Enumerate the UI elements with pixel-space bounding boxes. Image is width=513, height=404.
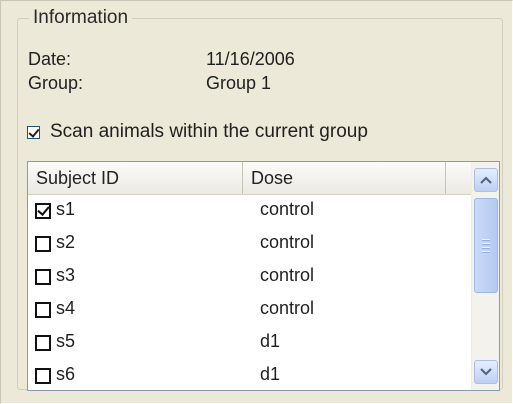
dose-cell: d1 [260, 331, 281, 351]
row-checkbox[interactable] [35, 368, 51, 384]
date-label: Date: [28, 49, 72, 69]
dose-cell: control [260, 265, 315, 285]
table-row[interactable]: s2 control [28, 228, 471, 261]
column-header-subject-id[interactable]: Subject ID [28, 162, 243, 194]
listview-scrollbar[interactable] [471, 162, 499, 390]
subject-id-cell: s3 [56, 265, 76, 285]
scroll-down-button[interactable] [474, 360, 498, 384]
subject-id-cell: s6 [56, 364, 76, 384]
row-checkbox[interactable] [35, 236, 51, 252]
group-label: Group: [28, 73, 84, 93]
row-checkbox[interactable] [35, 335, 51, 351]
scrollbar-thumb[interactable] [474, 198, 498, 293]
subject-id-cell: s4 [56, 298, 76, 318]
subjects-listview[interactable]: Subject ID Dose s1 control s2 control s3… [27, 161, 500, 391]
row-checkbox[interactable] [35, 203, 51, 219]
chevron-down-icon [480, 368, 492, 376]
subject-id-cell: s5 [56, 331, 76, 351]
information-legend: Information [29, 6, 133, 30]
table-row[interactable]: s1 control [28, 195, 471, 228]
table-row[interactable]: s6 d1 [28, 360, 471, 390]
scrollbar-grip [482, 239, 490, 255]
scan-current-group-checkbox[interactable] [27, 125, 40, 139]
date-value: 11/16/2006 [206, 49, 295, 69]
table-row[interactable]: s3 control [28, 261, 471, 294]
column-header-dose[interactable]: Dose [243, 162, 446, 194]
scan-current-group-label: Scan animals within the current group [50, 121, 368, 142]
row-checkbox[interactable] [35, 302, 51, 318]
listview-rows: s1 control s2 control s3 control s4 cont… [28, 195, 471, 390]
table-row[interactable]: s5 d1 [28, 327, 471, 360]
listview-header: Subject ID Dose [28, 162, 471, 195]
chevron-up-icon [480, 176, 492, 184]
scan-current-group-option[interactable]: Scan animals within the current group [27, 120, 368, 144]
dose-cell: control [260, 298, 315, 318]
row-checkbox[interactable] [35, 269, 51, 285]
dose-cell: control [260, 232, 315, 252]
dose-cell: control [260, 199, 315, 219]
subject-id-cell: s1 [56, 199, 76, 219]
dose-cell: d1 [260, 364, 281, 384]
subject-id-cell: s2 [56, 232, 76, 252]
table-row[interactable]: s4 control [28, 294, 471, 327]
group-value: Group 1 [206, 73, 272, 93]
scroll-up-button[interactable] [474, 168, 498, 192]
